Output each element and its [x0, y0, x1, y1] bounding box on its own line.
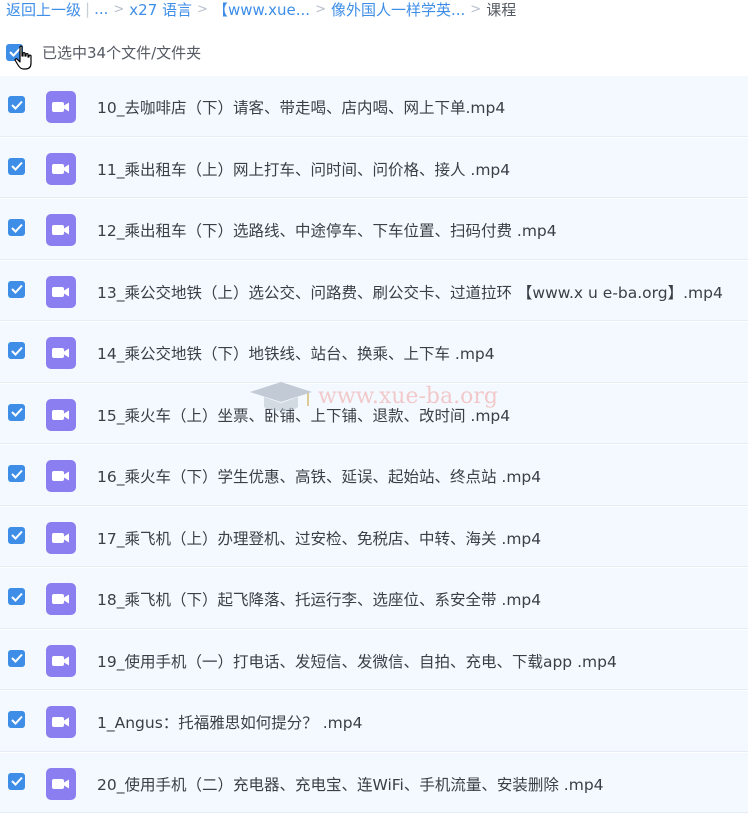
video-file-icon — [46, 583, 76, 615]
checkmark-icon — [10, 530, 23, 540]
file-name[interactable]: 16_乘火车（下）学生优惠、高铁、延误、起始站、终点站 .mp4 — [97, 465, 541, 487]
file-name[interactable]: 19_使用手机（一）打电话、发短信、发微信、自拍、充电、下载app .mp4 — [97, 650, 617, 672]
checkmark-icon — [10, 346, 23, 356]
video-camera-icon — [52, 286, 69, 297]
breadcrumb-ellipsis[interactable]: ... — [94, 0, 108, 18]
file-checkbox[interactable] — [8, 403, 25, 421]
file-name[interactable]: 11_乘出租车（上）网上打车、问时间、问价格、接人 .mp4 — [97, 158, 510, 180]
file-name[interactable]: 14_乘公交地铁（下）地铁线、站台、换乘、上下车 .mp4 — [97, 342, 495, 364]
checkmark-icon — [10, 223, 23, 233]
breadcrumb: 返回上一级 | ... > x27 语言 > 【www.xue... > 像外国… — [6, 0, 516, 21]
file-row[interactable]: 1_Angus：托福雅思如何提分？ .mp4 — [0, 691, 748, 752]
file-checkbox[interactable] — [8, 342, 25, 359]
video-file-icon — [46, 91, 76, 123]
file-checkbox[interactable] — [8, 280, 25, 298]
video-file-icon — [46, 460, 76, 492]
checkmark-icon — [10, 776, 23, 786]
file-name[interactable]: 15_乘火车（上）坐票、卧铺、上下铺、退款、改时间 .mp4 — [97, 404, 510, 426]
video-file-icon — [46, 152, 76, 185]
file-row[interactable]: 11_乘出租车（上）网上打车、问时间、问价格、接人 .mp4 — [0, 137, 748, 198]
file-checkbox[interactable] — [8, 465, 25, 482]
file-row[interactable]: 17_乘飞机（上）办理登机、过安检、免税店、中转、海关 .mp4 — [0, 506, 748, 567]
video-camera-icon — [52, 102, 69, 112]
file-list: 10_去咖啡店（下）请客、带走喝、店内喝、网上下单.mp4 11_乘出租车（上）网… — [0, 76, 748, 814]
video-file-icon — [46, 337, 76, 369]
file-name[interactable]: 17_乘飞机（上）办理登机、过安检、免税店、中转、海关 .mp4 — [97, 527, 541, 549]
checkmark-icon — [10, 407, 23, 417]
chevron-right-icon: > — [113, 1, 125, 17]
file-checkbox[interactable] — [8, 219, 25, 236]
file-row[interactable]: 13_乘公交地铁（上）选公交、问路费、刷公交卡、过道拉环 【www.x u e-… — [0, 260, 748, 321]
file-name[interactable]: 13_乘公交地铁（上）选公交、问路费、刷公交卡、过道拉环 【www.x u e-… — [97, 281, 723, 303]
hand-pointer-icon — [14, 45, 32, 70]
file-name[interactable]: 18_乘飞机（下）起飞降落、托运行李、选座位、系安全带 .mp4 — [97, 588, 541, 610]
checkmark-icon — [10, 100, 23, 110]
checkmark-icon — [10, 653, 23, 663]
video-camera-icon — [52, 778, 69, 789]
video-file-icon — [46, 767, 76, 800]
file-name[interactable]: 1_Angus：托福雅思如何提分？ .mp4 — [97, 711, 362, 733]
chevron-right-icon: > — [197, 1, 208, 17]
video-camera-icon — [52, 655, 69, 666]
chevron-right-icon: > — [470, 1, 482, 17]
file-row[interactable]: 14_乘公交地铁（下）地铁线、站台、换乘、上下车 .mp4 — [0, 322, 748, 383]
breadcrumb-item-3[interactable]: 像外国人一样学英... — [331, 0, 465, 20]
video-camera-icon — [52, 348, 69, 358]
file-row[interactable]: 18_乘飞机（下）起飞降落、托运行李、选座位、系安全带 .mp4 — [0, 568, 748, 629]
file-checkbox[interactable] — [8, 157, 25, 175]
checkmark-icon — [10, 469, 23, 479]
video-camera-icon — [52, 409, 69, 420]
video-file-icon — [46, 275, 76, 308]
file-checkbox[interactable] — [8, 588, 25, 605]
checkmark-icon — [10, 161, 23, 171]
breadcrumb-item-1[interactable]: x27 语言 — [129, 0, 192, 20]
file-name[interactable]: 10_去咖啡店（下）请客、带走喝、店内喝、网上下单.mp4 — [97, 96, 505, 118]
file-row[interactable]: 12_乘出租车（下）选路线、中途停车、下车位置、扫码付费 .mp4 — [0, 199, 748, 260]
file-name[interactable]: 12_乘出租车（下）选路线、中途停车、下车位置、扫码付费 .mp4 — [97, 219, 557, 241]
select-all-row: 已选中34个文件/文件夹 — [6, 40, 201, 64]
file-row[interactable]: 20_使用手机（二）充电器、充电宝、连WiFi、手机流量、安装删除 .mp4 — [0, 752, 748, 813]
file-row[interactable]: 10_去咖啡店（下）请客、带走喝、店内喝、网上下单.mp4 — [0, 76, 748, 137]
video-file-icon — [46, 521, 76, 554]
video-file-icon — [46, 214, 76, 246]
video-camera-icon — [52, 225, 69, 235]
file-checkbox[interactable] — [8, 526, 25, 544]
video-file-icon — [46, 706, 76, 738]
video-camera-icon — [52, 163, 69, 174]
video-camera-icon — [52, 594, 69, 604]
breadcrumb-current: 课程 — [486, 0, 517, 19]
file-row[interactable]: 19_使用手机（一）打电话、发短信、发微信、自拍、充电、下载app .mp4 — [0, 629, 748, 690]
selection-count-label: 已选中34个文件/文件夹 — [42, 43, 202, 62]
file-checkbox[interactable] — [8, 711, 25, 728]
file-name[interactable]: 20_使用手机（二）充电器、充电宝、连WiFi、手机流量、安装删除 .mp4 — [97, 773, 604, 795]
video-camera-icon — [52, 471, 69, 481]
checkmark-icon — [10, 592, 23, 602]
breadcrumb-item-2[interactable]: 【www.xue... — [213, 0, 310, 20]
video-file-icon — [46, 398, 76, 431]
video-camera-icon — [52, 717, 69, 727]
checkmark-icon — [10, 715, 23, 725]
file-checkbox[interactable] — [8, 96, 25, 113]
file-row[interactable]: 16_乘火车（下）学生优惠、高铁、延误、起始站、终点站 .mp4 — [0, 445, 748, 506]
file-checkbox[interactable] — [8, 772, 25, 790]
video-camera-icon — [52, 532, 69, 543]
video-file-icon — [46, 644, 76, 677]
back-link[interactable]: 返回上一级 — [6, 0, 81, 20]
file-row[interactable]: 15_乘火车（上）坐票、卧铺、上下铺、退款、改时间 .mp4 — [0, 383, 748, 444]
chevron-right-icon: > — [315, 1, 326, 17]
checkmark-icon — [10, 284, 23, 294]
breadcrumb-divider: | — [85, 0, 91, 18]
file-checkbox[interactable] — [8, 649, 25, 667]
